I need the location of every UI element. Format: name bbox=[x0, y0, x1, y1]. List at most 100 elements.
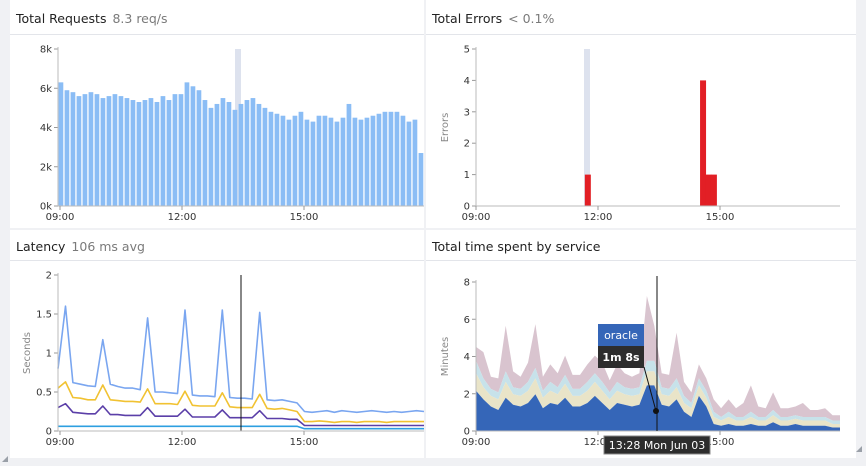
requests-bar bbox=[262, 107, 268, 206]
x-tick-label: 09:00 bbox=[462, 212, 491, 223]
errors-bar bbox=[705, 174, 712, 206]
y-tick-label: 2 bbox=[46, 271, 52, 282]
tooltip-value-text: 1m 8s bbox=[602, 351, 640, 364]
requests-bar bbox=[64, 90, 70, 206]
requests-bar bbox=[184, 82, 190, 206]
requests-bar bbox=[100, 98, 106, 206]
y-axis-label: Minutes bbox=[440, 337, 451, 376]
y-tick-label: 0 bbox=[46, 427, 52, 438]
requests-bar bbox=[322, 115, 328, 206]
requests-bar bbox=[340, 117, 346, 206]
requests-bar bbox=[130, 100, 136, 206]
errors-bar bbox=[710, 174, 717, 206]
requests-bar bbox=[106, 96, 112, 206]
resize-handle-right[interactable] bbox=[856, 446, 862, 452]
x-tick-label: 09:00 bbox=[46, 437, 75, 448]
y-tick-label: 4 bbox=[464, 76, 470, 87]
x-tick-label: 12:00 bbox=[584, 212, 613, 223]
requests-bar bbox=[370, 115, 376, 206]
y-tick-label: 1 bbox=[464, 170, 470, 181]
requests-bar bbox=[76, 96, 82, 206]
requests-bar bbox=[352, 117, 358, 206]
requests-bar bbox=[256, 103, 262, 206]
requests-bar bbox=[280, 115, 286, 206]
requests-bar bbox=[244, 100, 250, 206]
requests-bar bbox=[394, 111, 400, 206]
requests-bar bbox=[202, 100, 208, 206]
y-tick-label: 5 bbox=[464, 45, 470, 56]
requests-bar bbox=[220, 98, 226, 206]
requests-bar bbox=[328, 117, 334, 206]
y-tick-label: 2 bbox=[464, 139, 470, 150]
requests-bar bbox=[346, 103, 352, 206]
requests-bar bbox=[382, 111, 388, 206]
y-tick-label: 2 bbox=[464, 389, 470, 400]
requests-bar bbox=[142, 100, 148, 206]
requests-bar bbox=[124, 98, 130, 206]
requests-chart[interactable]: 0k 2k 4k 6k 8k 09:00 12:00 15:00 bbox=[10, 0, 424, 228]
requests-bar bbox=[70, 92, 76, 206]
requests-bar bbox=[268, 111, 274, 206]
y-axis-label: Errors bbox=[440, 113, 451, 143]
requests-bar bbox=[250, 98, 256, 206]
y-tick-label: 4k bbox=[40, 123, 52, 134]
y-tick-label: 0 bbox=[464, 427, 470, 438]
errors-bar bbox=[584, 174, 591, 206]
y-tick-label: 8k bbox=[40, 45, 52, 56]
tooltip-timestamp-text: 13:28 Mon Jun 03 bbox=[609, 439, 706, 452]
requests-bar bbox=[58, 82, 64, 206]
latency-chart[interactable]: 0 0.5 1 1.5 2 09:00 12:00 15:00 Seconds bbox=[10, 230, 425, 458]
errors-chart[interactable]: 0 1 2 3 4 5 09:00 12:00 15:00 Errors bbox=[426, 0, 856, 228]
x-tick-label: 09:00 bbox=[46, 212, 75, 223]
requests-bar bbox=[292, 115, 298, 206]
y-tick-label: 8 bbox=[464, 278, 470, 289]
requests-bar bbox=[316, 115, 322, 206]
tooltip-value-badge: 1m 8s bbox=[598, 346, 644, 368]
requests-bar bbox=[190, 86, 196, 206]
requests-bar bbox=[334, 121, 340, 206]
y-tick-label: 1.5 bbox=[36, 310, 52, 321]
x-tick-label: 15:00 bbox=[290, 212, 319, 223]
tooltip-timestamp: 13:28 Mon Jun 03 bbox=[603, 435, 711, 455]
y-tick-label: 0 bbox=[464, 202, 470, 213]
requests-bar bbox=[286, 119, 292, 206]
requests-bar bbox=[148, 98, 154, 206]
requests-bar bbox=[388, 111, 394, 206]
y-tick-label: 6 bbox=[464, 315, 470, 326]
y-tick-label: 4 bbox=[464, 352, 470, 363]
requests-panel: Total Requests 8.3 req/s 0k 2k 4k 6k 8k 09:00 1… bbox=[10, 0, 424, 228]
requests-bar bbox=[364, 117, 370, 206]
requests-bar bbox=[232, 109, 238, 206]
x-tick-label: 12:00 bbox=[168, 437, 197, 448]
y-tick-label: 2k bbox=[40, 162, 52, 173]
errors-bar bbox=[700, 80, 707, 206]
requests-bar bbox=[406, 121, 412, 206]
requests-bar bbox=[400, 115, 406, 206]
time-by-service-panel: Total time spent by service 0 2 4 6 8 09:00 12… bbox=[426, 230, 856, 458]
requests-bar bbox=[154, 101, 160, 206]
requests-bar bbox=[376, 113, 382, 206]
dashboard: Total Requests 8.3 req/s 0k 2k 4k 6k 8k 09:00 1… bbox=[0, 0, 866, 466]
resize-handle-left[interactable] bbox=[2, 456, 8, 462]
requests-bar bbox=[208, 107, 214, 206]
x-tick-label: 15:00 bbox=[706, 212, 735, 223]
errors-panel: Total Errors < 0.1% 0 1 2 3 4 5 09:00 12:00 15:00… bbox=[426, 0, 856, 228]
requests-bar bbox=[412, 119, 418, 206]
requests-bar bbox=[172, 94, 178, 206]
requests-bar bbox=[214, 103, 220, 206]
y-tick-label: 3 bbox=[464, 107, 470, 118]
requests-bar bbox=[118, 96, 124, 206]
requests-bar bbox=[136, 101, 142, 206]
requests-bar bbox=[196, 90, 202, 206]
requests-bar bbox=[238, 103, 244, 206]
x-tick-label: 09:00 bbox=[462, 437, 491, 448]
x-tick-label: 12:00 bbox=[168, 212, 197, 223]
requests-bar bbox=[82, 94, 88, 206]
requests-bar bbox=[304, 119, 310, 206]
time-by-service-chart[interactable]: 0246809:00 12:00 15:00Minutesoracle1m 8s13… bbox=[426, 230, 856, 458]
tooltip-service-badge: oracle bbox=[598, 324, 644, 346]
y-tick-label: 0.5 bbox=[36, 388, 52, 399]
requests-bar bbox=[112, 94, 118, 206]
y-tick-label: 6k bbox=[40, 84, 52, 95]
y-tick-label: 0k bbox=[40, 202, 52, 213]
